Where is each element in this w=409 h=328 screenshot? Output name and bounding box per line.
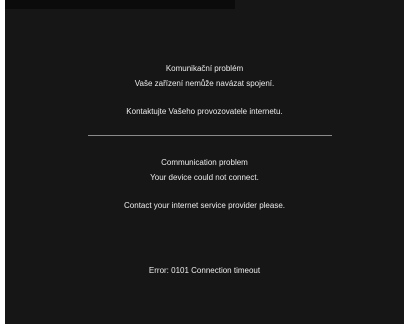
top-band [5,0,235,9]
error-code-message: Error: 0101 Connection timeout [148,266,261,275]
english-contact-message: Contact your internet service provider p… [124,201,285,210]
czech-contact-message: Kontaktujte Vašeho provozovatele interne… [126,107,283,116]
czech-title: Komunikační problém [165,64,244,73]
error-screen: Komunikační problém Vaše zařízení nemůže… [5,0,404,324]
czech-subtitle: Vaše zařízení nemůže navázat spojení. [134,79,275,88]
english-subtitle: Your device could not connect. [150,173,259,182]
divider [88,135,332,136]
english-title: Communication problem [161,158,248,167]
